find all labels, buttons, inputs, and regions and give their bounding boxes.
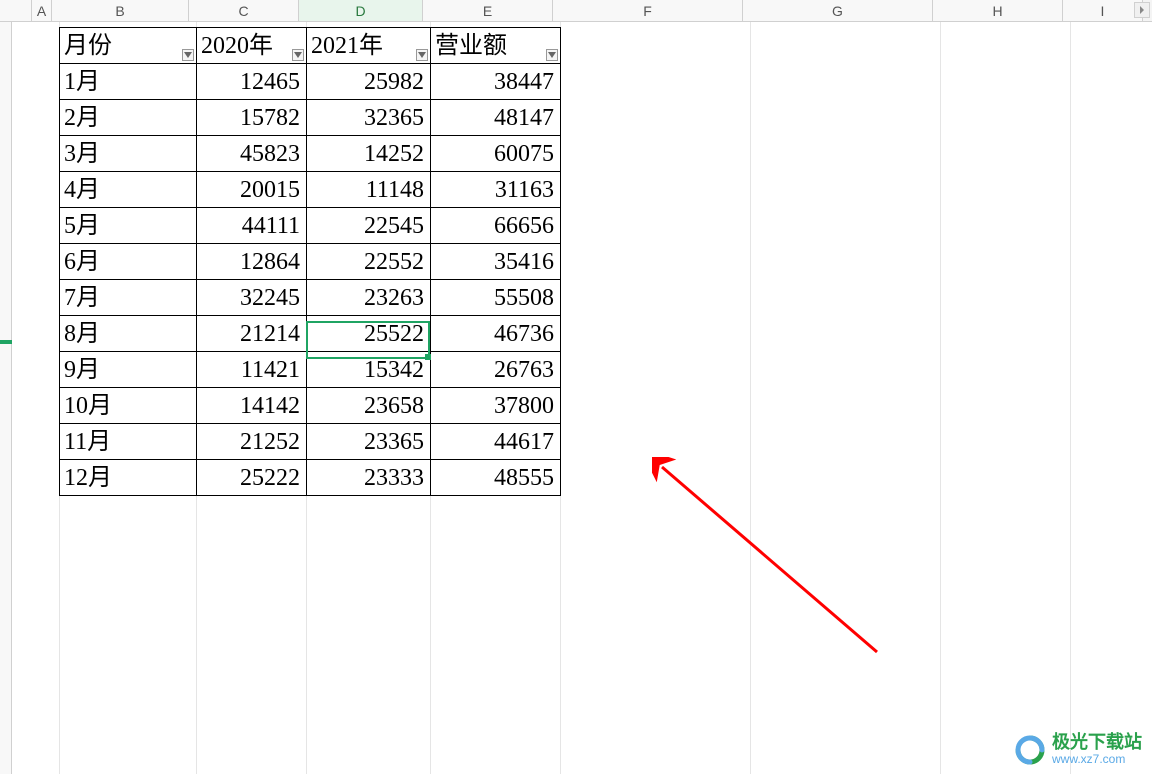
table-row[interactable]: 8月212142552246736 bbox=[60, 316, 561, 352]
header-2020[interactable]: 2020年 bbox=[197, 28, 307, 64]
cell-2021[interactable]: 25522 bbox=[307, 316, 431, 352]
header-revenue-label: 营业额 bbox=[435, 33, 507, 59]
cell-2021[interactable]: 23658 bbox=[307, 388, 431, 424]
cell-month[interactable]: 4月 bbox=[60, 172, 197, 208]
col-header-d[interactable]: D bbox=[299, 0, 423, 21]
col-header-g[interactable]: G bbox=[743, 0, 933, 21]
col-header-i[interactable]: I bbox=[1063, 0, 1143, 21]
cell-2020[interactable]: 11421 bbox=[197, 352, 307, 388]
cell-month[interactable]: 12月 bbox=[60, 460, 197, 496]
table-row[interactable]: 10月141422365837800 bbox=[60, 388, 561, 424]
active-row-marker bbox=[0, 340, 12, 344]
cell-2020[interactable]: 32245 bbox=[197, 280, 307, 316]
annotation-arrow bbox=[652, 457, 892, 667]
filter-icon[interactable] bbox=[416, 49, 428, 61]
col-header-e[interactable]: E bbox=[423, 0, 553, 21]
cell-2020[interactable]: 44111 bbox=[197, 208, 307, 244]
cell-month[interactable]: 9月 bbox=[60, 352, 197, 388]
table-row[interactable]: 9月114211534226763 bbox=[60, 352, 561, 388]
table-row[interactable]: 4月200151114831163 bbox=[60, 172, 561, 208]
cell-2020[interactable]: 12864 bbox=[197, 244, 307, 280]
cell-2021[interactable]: 23365 bbox=[307, 424, 431, 460]
watermark: 极光下载站 www.xz7.com bbox=[1014, 733, 1142, 766]
cell-revenue[interactable]: 26763 bbox=[431, 352, 561, 388]
table-row[interactable]: 5月441112254566656 bbox=[60, 208, 561, 244]
cell-2021[interactable]: 15342 bbox=[307, 352, 431, 388]
col-header-a[interactable]: A bbox=[32, 0, 52, 21]
sheet-canvas[interactable]: 月份 2020年 2021年 bbox=[12, 22, 1152, 774]
cell-2021[interactable]: 25982 bbox=[307, 64, 431, 100]
col-header-f[interactable]: F bbox=[553, 0, 743, 21]
cell-2020[interactable]: 20015 bbox=[197, 172, 307, 208]
cell-month[interactable]: 8月 bbox=[60, 316, 197, 352]
table-row[interactable]: 1月124652598238447 bbox=[60, 64, 561, 100]
watermark-url: www.xz7.com bbox=[1052, 753, 1142, 766]
cell-revenue[interactable]: 37800 bbox=[431, 388, 561, 424]
cell-revenue[interactable]: 44617 bbox=[431, 424, 561, 460]
cell-revenue[interactable]: 38447 bbox=[431, 64, 561, 100]
table-header-row: 月份 2020年 2021年 bbox=[60, 28, 561, 64]
cell-2021[interactable]: 23333 bbox=[307, 460, 431, 496]
cell-revenue[interactable]: 55508 bbox=[431, 280, 561, 316]
filter-icon[interactable] bbox=[182, 49, 194, 61]
cell-2020[interactable]: 14142 bbox=[197, 388, 307, 424]
table-row[interactable]: 7月322452326355508 bbox=[60, 280, 561, 316]
cell-revenue[interactable]: 48555 bbox=[431, 460, 561, 496]
table-row[interactable]: 12月252222333348555 bbox=[60, 460, 561, 496]
cell-month[interactable]: 5月 bbox=[60, 208, 197, 244]
header-month[interactable]: 月份 bbox=[60, 28, 197, 64]
header-2021[interactable]: 2021年 bbox=[307, 28, 431, 64]
header-2021-label: 2021年 bbox=[311, 33, 383, 59]
cell-2020[interactable]: 45823 bbox=[197, 136, 307, 172]
cell-revenue[interactable]: 46736 bbox=[431, 316, 561, 352]
cell-month[interactable]: 3月 bbox=[60, 136, 197, 172]
cell-2020[interactable]: 12465 bbox=[197, 64, 307, 100]
table-row[interactable]: 11月212522336544617 bbox=[60, 424, 561, 460]
row-header-bar[interactable] bbox=[0, 22, 12, 774]
cell-2020[interactable]: 25222 bbox=[197, 460, 307, 496]
table-row[interactable]: 3月458231425260075 bbox=[60, 136, 561, 172]
watermark-title: 极光下载站 bbox=[1052, 733, 1142, 753]
table-row[interactable]: 2月157823236548147 bbox=[60, 100, 561, 136]
col-header-b[interactable]: B bbox=[52, 0, 189, 21]
cell-2020[interactable]: 21252 bbox=[197, 424, 307, 460]
col-header-h[interactable]: H bbox=[933, 0, 1063, 21]
cell-month[interactable]: 11月 bbox=[60, 424, 197, 460]
cell-revenue[interactable]: 31163 bbox=[431, 172, 561, 208]
data-table[interactable]: 月份 2020年 2021年 bbox=[59, 27, 561, 496]
cell-2021[interactable]: 14252 bbox=[307, 136, 431, 172]
cell-2020[interactable]: 15782 bbox=[197, 100, 307, 136]
filter-icon[interactable] bbox=[292, 49, 304, 61]
watermark-logo-icon bbox=[1014, 734, 1046, 766]
header-month-label: 月份 bbox=[64, 33, 112, 59]
column-header-row: A B C D E F G H I bbox=[0, 0, 1152, 22]
select-all-corner[interactable] bbox=[0, 0, 32, 21]
cell-month[interactable]: 7月 bbox=[60, 280, 197, 316]
cell-revenue[interactable]: 66656 bbox=[431, 208, 561, 244]
cell-month[interactable]: 10月 bbox=[60, 388, 197, 424]
col-header-c[interactable]: C bbox=[189, 0, 299, 21]
spreadsheet-area: A B C D E F G H I 月份 bbox=[0, 0, 1152, 774]
cell-2021[interactable]: 11148 bbox=[307, 172, 431, 208]
header-2020-label: 2020年 bbox=[201, 33, 273, 59]
cell-2021[interactable]: 23263 bbox=[307, 280, 431, 316]
scroll-right-button[interactable] bbox=[1134, 2, 1150, 18]
filter-icon[interactable] bbox=[546, 49, 558, 61]
cell-revenue[interactable]: 48147 bbox=[431, 100, 561, 136]
header-revenue[interactable]: 营业额 bbox=[431, 28, 561, 64]
cell-2021[interactable]: 32365 bbox=[307, 100, 431, 136]
cell-revenue[interactable]: 35416 bbox=[431, 244, 561, 280]
cell-month[interactable]: 1月 bbox=[60, 64, 197, 100]
cell-month[interactable]: 6月 bbox=[60, 244, 197, 280]
cell-revenue[interactable]: 60075 bbox=[431, 136, 561, 172]
cell-2021[interactable]: 22552 bbox=[307, 244, 431, 280]
cell-month[interactable]: 2月 bbox=[60, 100, 197, 136]
table-row[interactable]: 6月128642255235416 bbox=[60, 244, 561, 280]
cell-2021[interactable]: 22545 bbox=[307, 208, 431, 244]
cell-2020[interactable]: 21214 bbox=[197, 316, 307, 352]
